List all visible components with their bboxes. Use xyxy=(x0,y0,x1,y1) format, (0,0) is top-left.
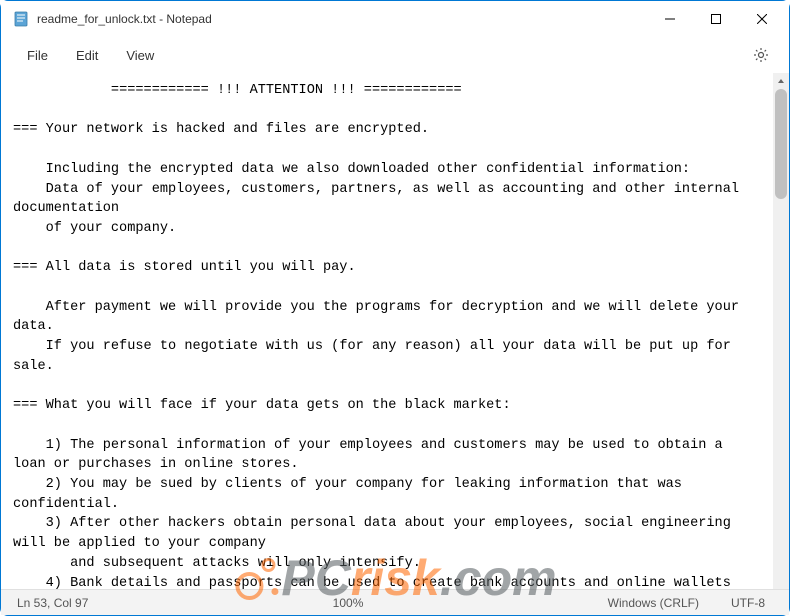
close-button[interactable] xyxy=(739,1,785,37)
minimize-button[interactable] xyxy=(647,1,693,37)
titlebar: readme_for_unlock.txt - Notepad xyxy=(1,1,789,37)
settings-button[interactable] xyxy=(745,39,777,71)
zoom-level: 100% xyxy=(128,596,567,610)
gear-icon xyxy=(753,47,769,63)
vertical-scrollbar[interactable] xyxy=(773,73,789,589)
cursor-position: Ln 53, Col 97 xyxy=(17,596,88,610)
content-area: ============ !!! ATTENTION !!! =========… xyxy=(1,73,789,589)
line-ending: Windows (CRLF) xyxy=(608,596,699,610)
text-editor[interactable]: ============ !!! ATTENTION !!! =========… xyxy=(1,73,773,589)
window-controls xyxy=(647,1,785,37)
scroll-up-arrow[interactable] xyxy=(773,73,789,89)
menu-edit[interactable]: Edit xyxy=(62,44,112,67)
notepad-icon xyxy=(13,11,29,27)
encoding: UTF-8 xyxy=(731,596,765,610)
menu-file[interactable]: File xyxy=(13,44,62,67)
maximize-button[interactable] xyxy=(693,1,739,37)
menubar: File Edit View xyxy=(1,37,789,73)
statusbar: Ln 53, Col 97 100% Windows (CRLF) UTF-8 xyxy=(1,589,789,615)
menu-view[interactable]: View xyxy=(112,44,168,67)
scroll-thumb[interactable] xyxy=(775,89,787,199)
window-title: readme_for_unlock.txt - Notepad xyxy=(37,12,647,26)
